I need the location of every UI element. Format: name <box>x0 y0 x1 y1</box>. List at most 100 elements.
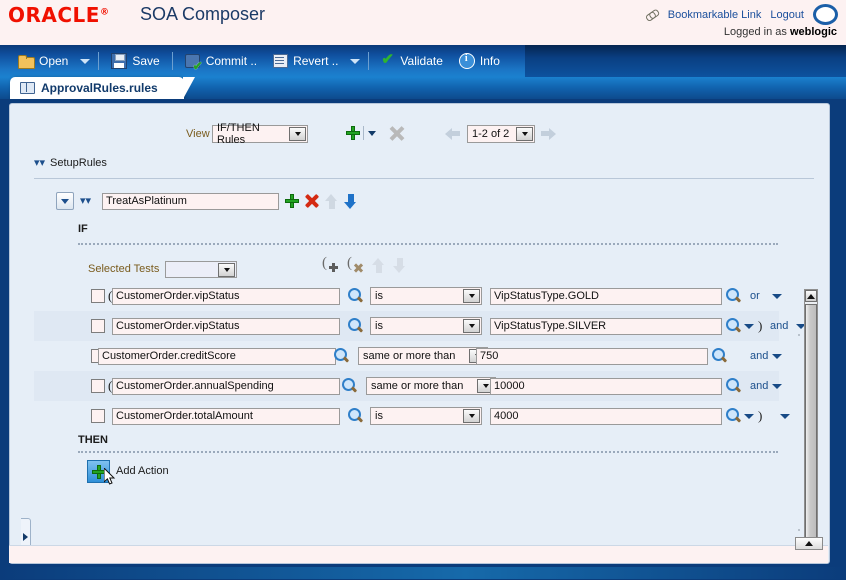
commit-button[interactable]: Commit .. <box>177 45 265 77</box>
then-label: THEN <box>78 434 108 446</box>
condition-right-operand-input[interactable] <box>490 407 722 425</box>
if-divider <box>78 243 778 245</box>
view-select[interactable]: IF/THEN Rules <box>212 122 308 146</box>
logout-link[interactable]: Logout <box>770 9 804 21</box>
condition-right-operand-input[interactable] <box>490 377 722 395</box>
tab-approvalrules-rules[interactable]: ApprovalRules.rules <box>10 77 195 99</box>
logged-in-prefix: Logged in as <box>723 26 787 38</box>
condition-right-operand-input[interactable] <box>490 317 722 335</box>
search-icon[interactable] <box>348 408 364 424</box>
search-icon[interactable] <box>726 288 742 304</box>
condition-left-operand-input[interactable] <box>112 317 340 335</box>
condition-connector: and <box>750 350 769 362</box>
add-rule-inline-button[interactable] <box>285 194 300 208</box>
branding-header: ORACLE® SOA Composer Bookmarkable Link L… <box>0 0 846 45</box>
revert-dropdown-caret[interactable] <box>346 45 364 77</box>
condition-right-operand-input[interactable] <box>490 287 722 305</box>
condition-row: (same or more thanand <box>34 371 782 401</box>
ungroup-tests-button[interactable]: ( <box>347 255 364 273</box>
page-range-select[interactable]: 1-2 of 2 <box>467 125 535 143</box>
view-select-value: IF/THEN Rules <box>217 122 260 146</box>
condition-operator-select[interactable]: same or more than <box>358 347 488 365</box>
move-rule-up-button[interactable] <box>325 193 338 209</box>
open-button[interactable]: Open <box>10 45 76 77</box>
search-icon[interactable] <box>726 318 742 334</box>
add-rule-dropdown-caret[interactable] <box>368 131 376 136</box>
condition-left-operand-input[interactable] <box>98 347 336 365</box>
condition-checkbox[interactable] <box>91 379 105 393</box>
tab-strip: ApprovalRules.rules <box>0 77 846 99</box>
chevron-down-icon[interactable] <box>463 289 480 303</box>
search-icon[interactable] <box>726 378 742 394</box>
move-test-down-button[interactable] <box>393 257 406 273</box>
search-icon[interactable] <box>726 408 742 424</box>
save-button[interactable]: Save <box>103 45 167 77</box>
chevron-down-icon[interactable] <box>516 127 533 141</box>
open-dropdown-caret[interactable] <box>76 45 94 77</box>
condition-row: is) <box>34 401 790 431</box>
plus-icon <box>91 464 106 479</box>
condition-connector-caret[interactable] <box>772 294 782 299</box>
rule-expand-button[interactable] <box>56 192 74 210</box>
chevron-down-icon[interactable] <box>463 409 480 423</box>
condition-operator-value: is <box>375 320 383 332</box>
condition-operator-select[interactable]: is <box>370 407 482 425</box>
scroll-up-button[interactable] <box>805 290 817 302</box>
add-rule-button[interactable] <box>346 126 360 140</box>
delete-rule-inline-button[interactable] <box>305 194 319 208</box>
scrollbar-thumb[interactable] <box>805 304 817 563</box>
info-button[interactable]: Info <box>451 45 508 77</box>
add-rule-separator <box>363 126 364 140</box>
validate-button[interactable]: Validate <box>373 45 450 77</box>
condition-left-operand-input[interactable] <box>112 287 340 305</box>
selected-tests-select[interactable] <box>165 260 238 278</box>
chevron-down-icon[interactable] <box>289 127 306 141</box>
revert-button[interactable]: Revert .. <box>265 45 346 77</box>
delete-rule-button[interactable] <box>389 126 404 141</box>
bookmarkable-link[interactable]: Bookmarkable Link <box>668 9 762 21</box>
rule-header-row: ▾▾ <box>56 191 357 211</box>
main-toolbar: Open Save Commit .. Revert .. Validate I… <box>0 45 846 77</box>
condition-connector-caret[interactable] <box>780 414 790 419</box>
setup-rules-header[interactable]: ▾▾ SetupRules <box>34 150 814 176</box>
condition-row: (isor <box>34 281 782 311</box>
condition-options-caret[interactable] <box>744 324 754 329</box>
book-icon <box>20 82 35 94</box>
condition-left-operand-input[interactable] <box>112 377 340 395</box>
chevron-down-icon[interactable] <box>463 319 480 333</box>
condition-checkbox[interactable] <box>91 289 105 303</box>
condition-operator-select[interactable]: same or more than <box>366 377 496 395</box>
search-icon[interactable] <box>342 378 358 394</box>
add-action-button[interactable] <box>87 460 110 483</box>
chevron-down-icon[interactable] <box>218 262 236 277</box>
info-button-label: Info <box>479 54 500 68</box>
condition-right-operand-input[interactable] <box>476 347 708 365</box>
condition-operator-select[interactable]: is <box>370 287 482 305</box>
previous-page-arrow-icon[interactable] <box>445 128 460 141</box>
condition-operator-value: is <box>375 410 383 422</box>
move-test-up-button[interactable] <box>372 257 385 273</box>
revert-icon <box>273 54 289 68</box>
rules-vertical-scrollbar[interactable] <box>804 289 818 563</box>
search-icon[interactable] <box>712 348 728 364</box>
close-paren: ) <box>758 408 763 423</box>
condition-left-operand-input[interactable] <box>112 407 340 425</box>
move-rule-down-button[interactable] <box>344 193 357 209</box>
next-page-arrow-icon[interactable] <box>541 128 556 141</box>
condition-options-caret[interactable] <box>744 414 754 419</box>
condition-checkbox[interactable] <box>91 319 105 333</box>
rule-disclose-chevron-icon[interactable]: ▾▾ <box>80 196 91 207</box>
outer-scroll-up-button[interactable] <box>795 537 823 550</box>
group-tests-button[interactable]: ( <box>322 255 339 273</box>
rule-name-input[interactable] <box>102 192 280 210</box>
search-icon[interactable] <box>348 288 364 304</box>
add-action-label: Add Action <box>116 465 169 477</box>
condition-checkbox[interactable] <box>91 409 105 423</box>
condition-connector-caret[interactable] <box>772 354 782 359</box>
search-icon[interactable] <box>348 318 364 334</box>
disclose-chevron-icon[interactable]: ▾▾ <box>34 158 45 169</box>
condition-operator-select[interactable]: is <box>370 317 482 335</box>
condition-connector-caret[interactable] <box>772 384 782 389</box>
search-icon[interactable] <box>334 348 350 364</box>
checkmark-icon <box>381 52 395 68</box>
